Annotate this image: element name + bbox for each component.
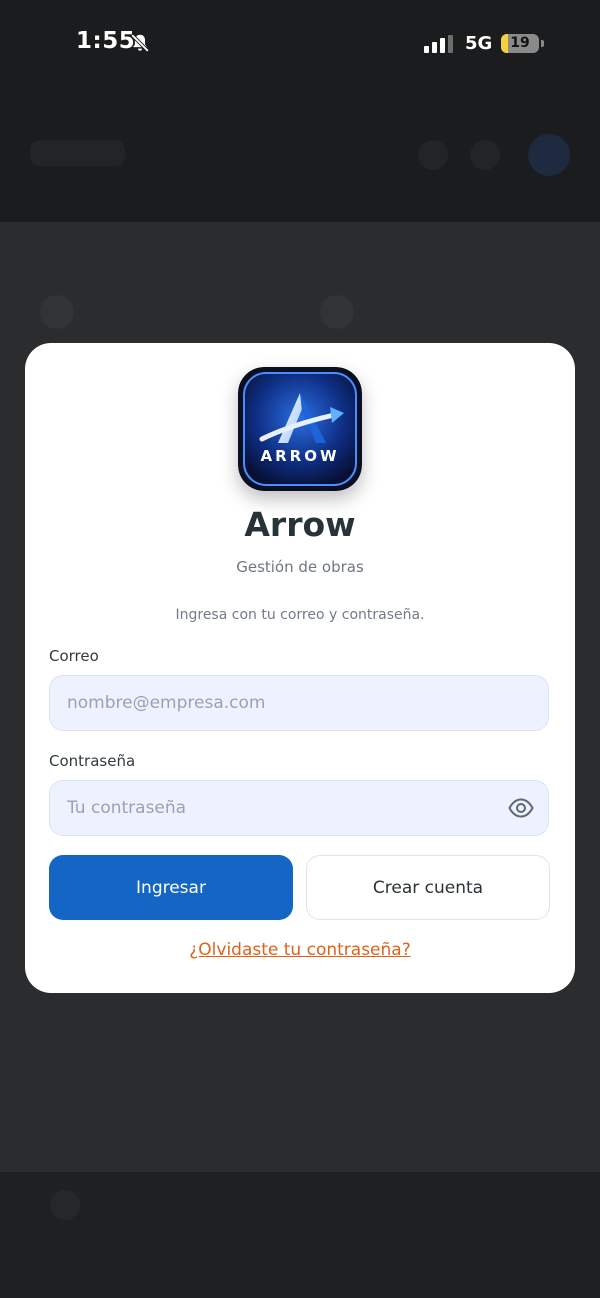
background-title-placeholder [30,140,125,166]
battery-icon: 19 [501,34,539,53]
login-modal: ARROW Arrow Gestión de obras Ingresa con… [25,343,575,993]
eye-icon[interactable] [508,797,534,823]
background-card-icon [320,295,354,329]
create-account-button[interactable]: Crear cuenta [306,855,550,920]
logo-wordmark: ARROW [260,447,340,465]
battery-level: 19 [510,35,530,51]
login-instructions: Ingresa con tu correo y contraseña. [175,607,425,623]
signal-icon [424,35,456,57]
bell-slash-icon [129,32,151,58]
app-logo: ARROW [238,367,362,491]
forgot-password-link[interactable]: ¿Olvidaste tu contraseña? [25,940,575,960]
background-tab-icon [50,1190,80,1220]
battery-cap [541,40,544,47]
email-field-container [49,675,549,731]
status-bar: 1:55 5G 19 [0,0,600,90]
background-icon-placeholder [470,140,500,170]
password-field[interactable] [67,781,487,835]
password-field-container [49,780,549,836]
email-label: Correo [49,647,99,665]
background-avatar-placeholder [528,134,570,176]
background-icon-placeholder [418,140,448,170]
login-button[interactable]: Ingresar [49,855,293,920]
app-title: Arrow [244,505,356,544]
email-field[interactable] [67,676,487,730]
status-time: 1:55 [76,28,136,54]
app-subtitle: Gestión de obras [236,558,364,576]
background-tab-bar [0,1172,600,1298]
network-label: 5G [465,33,493,54]
background-card-icon [40,295,74,329]
password-label: Contraseña [49,752,136,770]
